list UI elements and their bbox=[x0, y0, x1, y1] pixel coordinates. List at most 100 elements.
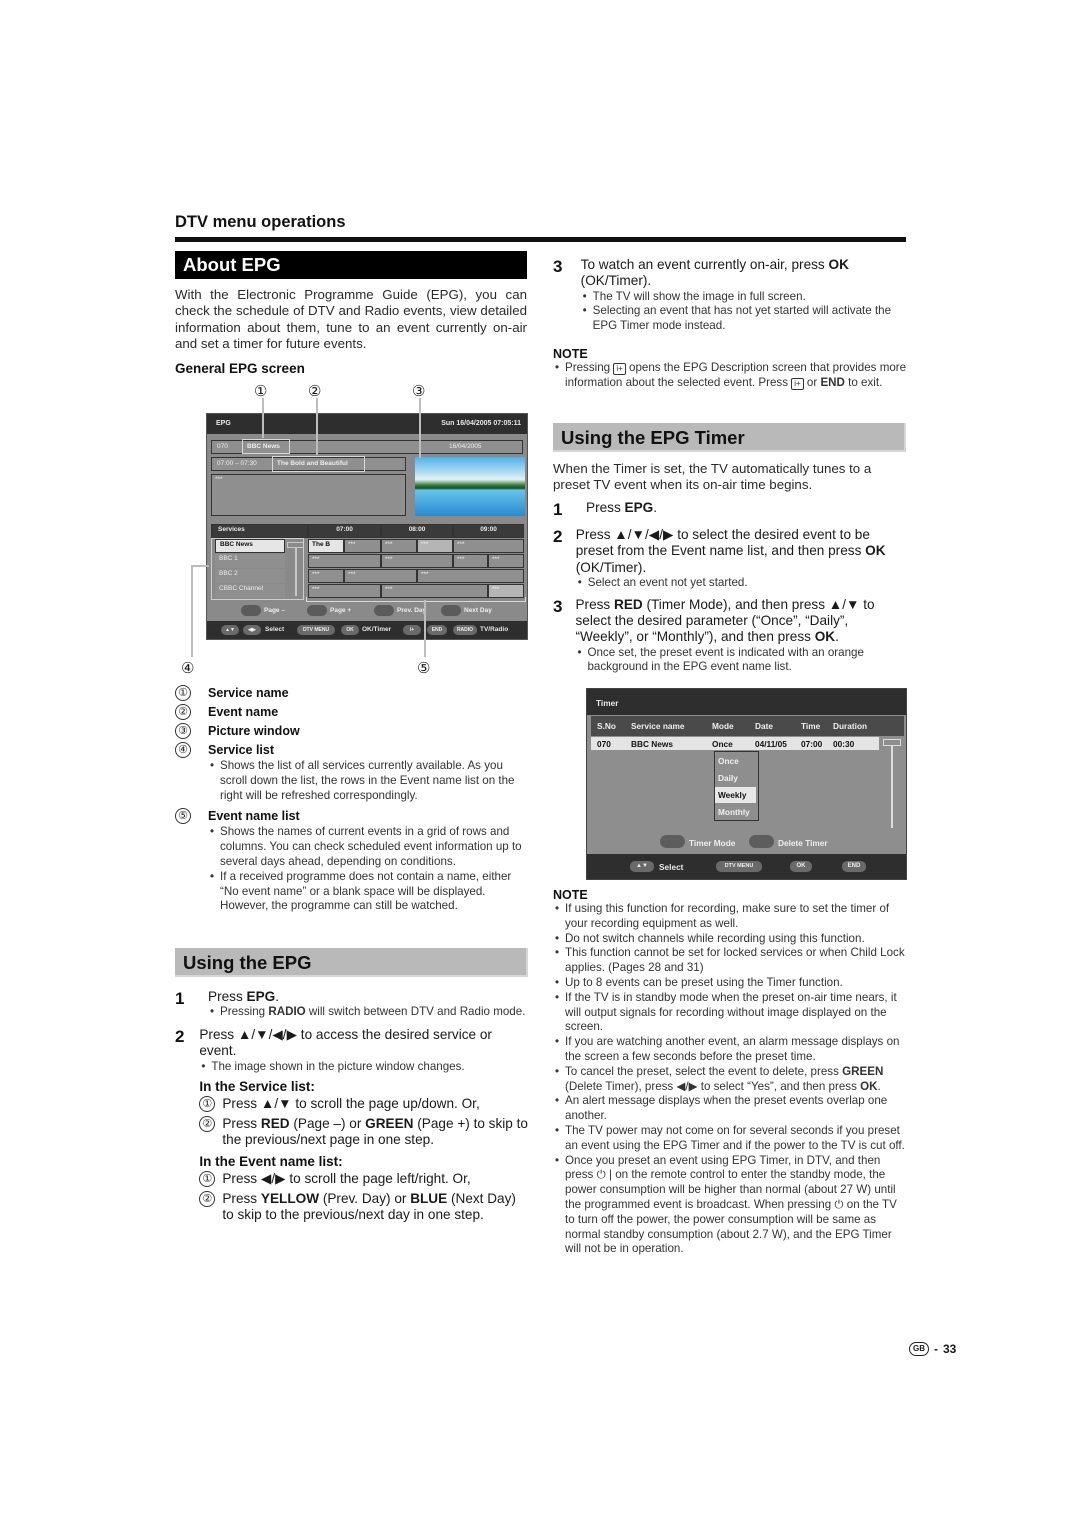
service-list-instruction-1: ① Press ▲/▼ to scroll the page up/down. … bbox=[199, 1096, 530, 1113]
item-event-name: ② Event name bbox=[175, 702, 530, 721]
event-cell[interactable]: *** bbox=[417, 539, 453, 553]
epg-title-bar: EPG Sun 16/04/2005 07:05:11 bbox=[207, 414, 527, 434]
mode-option-daily[interactable]: Daily bbox=[715, 770, 756, 786]
col-sno: S.No bbox=[597, 721, 616, 731]
note-bullet: If you are watching another event, an al… bbox=[553, 1035, 908, 1065]
note-bullet: Do not switch channels while recording u… bbox=[553, 932, 908, 947]
event-name-highlight bbox=[272, 456, 365, 472]
item-service-name: ① Service name bbox=[175, 683, 530, 702]
note-2: NOTE If using this function for recordin… bbox=[553, 888, 908, 1257]
timer-step-3: 3 Press RED (Timer Mode), and then press… bbox=[553, 597, 908, 675]
leader-line-1 bbox=[262, 398, 264, 438]
event-cell-selected[interactable]: The B bbox=[308, 539, 344, 553]
event-cell[interactable]: *** bbox=[453, 539, 524, 553]
page-footer: GB - 33 bbox=[909, 1342, 956, 1356]
general-epg-screen-heading: General EPG screen bbox=[175, 361, 305, 376]
red-button-icon[interactable] bbox=[241, 605, 261, 616]
yellow-button-icon[interactable] bbox=[374, 605, 394, 616]
green-button-icon[interactable] bbox=[749, 835, 774, 848]
mode-option-monthly[interactable]: Monthly bbox=[715, 804, 756, 820]
item-event-name-list: ⑤ Event name list bbox=[175, 806, 530, 825]
callout-1: ① bbox=[254, 383, 268, 400]
using-epg-heading: Using the EPG bbox=[175, 948, 528, 977]
next-day-label: Next Day bbox=[464, 607, 492, 614]
leader-line-4 bbox=[191, 565, 193, 657]
time-header-0800: 08:00 bbox=[381, 524, 453, 538]
region-badge-icon: GB bbox=[909, 1342, 929, 1356]
col-date: Date bbox=[755, 721, 773, 731]
service-list-instruction-2: ② Press RED (Page –) or GREEN (Page +) t… bbox=[199, 1115, 530, 1149]
event-cell[interactable]: *** bbox=[381, 584, 488, 598]
blue-button-icon[interactable] bbox=[441, 605, 461, 616]
epg-timer-steps: 1 Press EPG. 2 Press ▲/▼/◀/▶ to select t… bbox=[553, 500, 908, 675]
event-cell[interactable]: *** bbox=[308, 554, 381, 568]
event-cell[interactable]: *** bbox=[308, 569, 344, 583]
event-list-highlight bbox=[306, 597, 526, 602]
ok-timer-label: OK/Timer bbox=[362, 626, 392, 633]
mode-option-weekly[interactable]: Weekly bbox=[715, 787, 756, 803]
epg-date: 16/04/2005 bbox=[449, 443, 482, 450]
up-down-arrows-icon: ▲▼ bbox=[630, 861, 654, 872]
using-epg-timer-heading: Using the EPG Timer bbox=[553, 423, 906, 452]
epg-timer-intro: When the Timer is set, the TV automatica… bbox=[553, 461, 872, 493]
row-service: BBC News bbox=[631, 739, 673, 749]
event-cell[interactable]: *** bbox=[308, 584, 381, 598]
leader-line-2 bbox=[316, 398, 318, 455]
callout-5: ⑤ bbox=[417, 660, 431, 677]
event-list-bullet-2: If a received programme does not contain… bbox=[208, 870, 530, 914]
event-cell[interactable]: *** bbox=[344, 569, 417, 583]
leader-line-3 bbox=[419, 398, 421, 458]
mode-dropdown[interactable]: Once Daily Weekly Monthly bbox=[714, 751, 759, 821]
power-icon: ⏻ bbox=[834, 1197, 844, 1211]
epg-screen-illustration: EPG Sun 16/04/2005 07:05:11 070 BBC News… bbox=[206, 413, 528, 640]
mode-option-once[interactable]: Once bbox=[715, 753, 756, 769]
note-bullet: If the TV is in standby mode when the pr… bbox=[553, 991, 908, 1035]
event-list-subheading: In the Event name list: bbox=[199, 1154, 343, 1170]
power-icon: ⏻ bbox=[596, 1168, 606, 1182]
section-header: DTV menu operations bbox=[175, 213, 346, 231]
epg-title: EPG bbox=[216, 420, 231, 427]
timer-select-label: Select bbox=[659, 862, 684, 872]
epg-items-list: ① Service name ② Event name ③ Picture wi… bbox=[175, 683, 530, 914]
col-duration: Duration bbox=[833, 721, 868, 731]
info-key-icon: i+ bbox=[613, 363, 626, 375]
event-cell[interactable]: *** bbox=[381, 554, 453, 568]
note-1: NOTE Pressing i+ opens the EPG Descripti… bbox=[553, 347, 908, 391]
prev-day-label: Prev. Day bbox=[397, 607, 427, 614]
item-service-list: ④ Service list bbox=[175, 740, 530, 759]
page-plus-label: Page + bbox=[330, 607, 352, 614]
ok-key: OK bbox=[790, 861, 812, 872]
note-bullet-cancel: To cancel the preset, select the event t… bbox=[553, 1065, 908, 1095]
note-bullet: An alert message displays when the prese… bbox=[553, 1094, 908, 1124]
note-bullet-standby: Once you preset an event using EPG Timer… bbox=[553, 1154, 908, 1258]
select-label: Select bbox=[265, 626, 285, 633]
page-number: 33 bbox=[943, 1342, 957, 1356]
timer-title-bar: Timer bbox=[587, 689, 906, 715]
info-key-icon: i+ bbox=[791, 377, 804, 390]
red-button-icon[interactable] bbox=[660, 835, 685, 848]
event-cell[interactable]: *** bbox=[488, 584, 524, 598]
leader-line-5 bbox=[424, 600, 426, 657]
timer-step-1: 1 Press EPG. bbox=[553, 500, 658, 519]
timer-mode-label: Timer Mode bbox=[689, 838, 736, 848]
timer-scrollbar[interactable] bbox=[891, 746, 893, 828]
using-epg-steps: 1 Press EPG. Pressing RADIO will switch … bbox=[175, 989, 530, 1223]
service-list-subheading: In the Service list: bbox=[199, 1079, 315, 1095]
timer-scroll-thumb[interactable] bbox=[883, 739, 901, 746]
epg-description-box: *** bbox=[211, 474, 406, 516]
event-cell[interactable]: *** bbox=[453, 554, 488, 568]
page-minus-label: Page – bbox=[264, 607, 285, 614]
event-list-instruction-2: ② Press YELLOW (Prev. Day) or BLUE (Next… bbox=[199, 1190, 530, 1224]
service-list-highlight bbox=[211, 538, 304, 600]
timer-title: Timer bbox=[596, 698, 619, 708]
green-button-icon[interactable] bbox=[307, 605, 327, 616]
service-name-highlight bbox=[242, 439, 290, 454]
col-service-name: Service name bbox=[631, 721, 685, 731]
event-cell[interactable]: *** bbox=[344, 539, 381, 553]
service-list-bullet: Shows the list of all services currently… bbox=[208, 759, 530, 803]
event-cell[interactable]: *** bbox=[417, 569, 524, 583]
event-cell[interactable]: *** bbox=[381, 539, 417, 553]
row-sno: 070 bbox=[597, 739, 611, 749]
delete-timer-label: Delete Timer bbox=[778, 838, 828, 848]
event-cell[interactable]: *** bbox=[488, 554, 524, 568]
